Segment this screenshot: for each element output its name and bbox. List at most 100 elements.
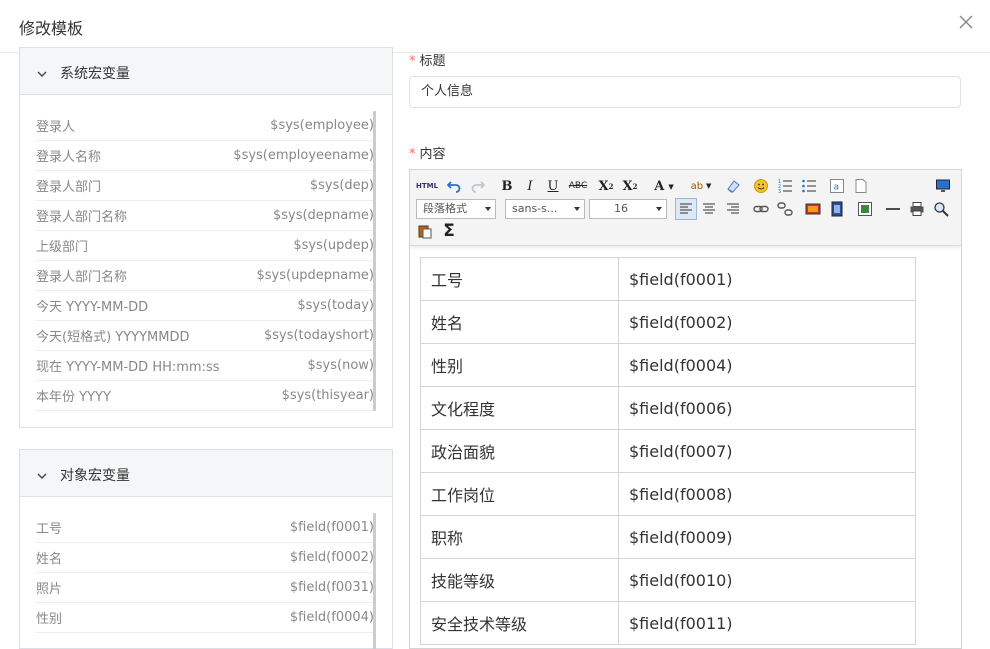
field-value-cell[interactable]: $field(f0011) (618, 601, 916, 645)
macro-list-item[interactable]: 现在 YYYY-MM-DD HH:mm:ss $sys(now) (36, 351, 374, 381)
paragraph-format-value: 段落格式 (423, 202, 467, 215)
macro-name: 登录人部门名称 (36, 210, 128, 225)
macro-list-item[interactable]: 登录人 $sys(employee) (36, 111, 374, 141)
unordered-list-icon[interactable] (800, 176, 818, 196)
font-family-value: sans-s... (512, 202, 558, 215)
video-icon[interactable] (828, 199, 846, 219)
eraser-icon[interactable] (724, 176, 742, 196)
macro-list-item[interactable]: 本年份 YYYY $sys(thisyear) (36, 381, 374, 411)
object-macro-panel: 对象宏变量 工号 $field(f0001) 姓名 $field(f0002) 照片 $f… (19, 449, 393, 649)
macro-name: 姓名 (36, 552, 63, 567)
table-row[interactable]: 安全技术等级 $field(f0011) (420, 601, 916, 645)
macro-expression: $sys(updepname) (256, 268, 374, 283)
print-icon[interactable] (908, 199, 926, 219)
macro-list-item[interactable]: 登录人名称 $sys(employeename) (36, 141, 374, 171)
table-row[interactable]: 技能等级 $field(f0010) (420, 558, 916, 602)
object-macro-panel-header[interactable]: 对象宏变量 (20, 450, 392, 497)
superscript-icon[interactable]: X2 (596, 176, 616, 196)
table-row[interactable]: 工号 $field(f0001) (420, 257, 916, 301)
unlink-icon[interactable] (776, 199, 794, 219)
gallery-icon[interactable] (856, 199, 874, 219)
scrollbar[interactable] (373, 111, 376, 411)
macro-list-item[interactable]: 工号 $field(f0001) (36, 513, 374, 543)
macro-name: 上级部门 (36, 240, 89, 255)
table-row[interactable]: 工作岗位 $field(f0008) (420, 472, 916, 516)
strikethrough-icon[interactable]: ABC (567, 176, 589, 196)
field-label-cell[interactable]: 政治面貌 (420, 429, 619, 473)
field-value-cell[interactable]: $field(f0002) (618, 300, 916, 344)
table-row[interactable]: 文化程度 $field(f0006) (420, 386, 916, 430)
rich-text-editor[interactable]: HTML B I U ABC X2 X2 A ▼ ab ▼ 123 a 段落格式… (409, 169, 962, 649)
system-macro-panel-header[interactable]: 系统宏变量 (20, 48, 392, 95)
bold-icon[interactable]: B (498, 176, 516, 196)
image-icon[interactable] (804, 199, 822, 219)
macro-list-item[interactable]: 登录人部门名称 $sys(depname) (36, 201, 374, 231)
content-table[interactable]: 工号 $field(f0001) 姓名 $field(f0002) 性别 $field(f… (420, 257, 916, 645)
undo-icon[interactable] (445, 176, 463, 196)
field-label-cell[interactable]: 工号 (420, 257, 619, 301)
table-row[interactable]: 性别 $field(f0004) (420, 343, 916, 387)
required-mark: * (409, 147, 416, 162)
field-label-cell[interactable]: 安全技术等级 (420, 601, 619, 645)
macro-list-item[interactable]: 性别 $field(f0004) (36, 603, 374, 633)
macro-list-item[interactable]: 上级部门 $sys(updep) (36, 231, 374, 261)
font-family-select[interactable]: sans-s... (505, 199, 585, 219)
align-center-icon[interactable] (700, 199, 718, 219)
close-icon[interactable] (958, 14, 974, 30)
title-input[interactable]: 个人信息 (409, 76, 961, 108)
macro-expression: $sys(thisyear) (281, 388, 374, 403)
field-label-cell[interactable]: 性别 (420, 343, 619, 387)
field-value-cell[interactable]: $field(f0006) (618, 386, 916, 430)
align-left-icon[interactable] (675, 198, 697, 220)
new-page-icon[interactable] (852, 176, 870, 196)
svg-text:a: a (834, 183, 840, 193)
font-color-icon[interactable]: A ▼ (650, 176, 678, 196)
field-value-cell[interactable]: $field(f0007) (618, 429, 916, 473)
macro-name: 现在 YYYY-MM-DD HH:mm:ss (36, 360, 220, 375)
ordered-list-icon[interactable]: 123 (776, 176, 794, 196)
table-row[interactable]: 职称 $field(f0009) (420, 515, 916, 559)
zoom-preview-icon[interactable] (932, 199, 950, 219)
highlight-color-icon[interactable]: ab ▼ (685, 176, 717, 196)
field-label-cell[interactable]: 技能等级 (420, 558, 619, 602)
subscript-icon[interactable]: X2 (620, 176, 640, 196)
emoji-icon[interactable] (752, 176, 770, 196)
field-label-cell[interactable]: 职称 (420, 515, 619, 559)
html-source-button[interactable]: HTML (416, 176, 438, 196)
macro-list-item[interactable]: 今天(短格式) YYYYMMDD $sys(todayshort) (36, 321, 374, 351)
dialog-header: 修改模板 (0, 0, 990, 53)
redo-icon[interactable] (469, 176, 487, 196)
link-icon[interactable] (752, 199, 770, 219)
chevron-down-icon (36, 467, 48, 479)
anchor-icon[interactable]: a (828, 176, 846, 196)
field-label-cell[interactable]: 工作岗位 (420, 472, 619, 516)
field-value-cell[interactable]: $field(f0010) (618, 558, 916, 602)
field-value-cell[interactable]: $field(f0004) (618, 343, 916, 387)
field-value-cell[interactable]: $field(f0001) (618, 257, 916, 301)
underline-icon[interactable]: U (544, 176, 562, 196)
align-right-icon[interactable] (724, 199, 742, 219)
field-label-cell[interactable]: 文化程度 (420, 386, 619, 430)
macro-list-item[interactable]: 登录人部门名称 $sys(updepname) (36, 261, 374, 291)
scrollbar[interactable] (373, 513, 376, 649)
field-value-cell[interactable]: $field(f0009) (618, 515, 916, 559)
macro-list-item[interactable]: 照片 $field(f0031) (36, 573, 374, 603)
macro-list-item[interactable]: 姓名 $field(f0002) (36, 543, 374, 573)
field-label-cell[interactable]: 姓名 (420, 300, 619, 344)
macro-expression: $field(f0004) (289, 610, 374, 625)
macro-list-item[interactable]: 今天 YYYY-MM-DD $sys(today) (36, 291, 374, 321)
table-row[interactable]: 姓名 $field(f0002) (420, 300, 916, 344)
italic-icon[interactable]: I (521, 176, 539, 196)
formula-sigma-icon[interactable]: Σ (440, 221, 458, 241)
table-row[interactable]: 政治面貌 $field(f0007) (420, 429, 916, 473)
font-size-select[interactable]: 16 (589, 199, 667, 219)
field-value-cell[interactable]: $field(f0008) (618, 472, 916, 516)
macro-expression: $sys(todayshort) (263, 328, 374, 343)
horizontal-rule-icon[interactable] (884, 199, 902, 219)
svg-text:3: 3 (778, 189, 781, 194)
paragraph-format-select[interactable]: 段落格式 (416, 199, 496, 219)
macro-list-item[interactable]: 登录人部门 $sys(dep) (36, 171, 374, 201)
preview-screen-icon[interactable] (934, 176, 952, 196)
paste-icon[interactable] (416, 221, 434, 241)
macro-name: 今天(短格式) YYYYMMDD (36, 330, 190, 345)
